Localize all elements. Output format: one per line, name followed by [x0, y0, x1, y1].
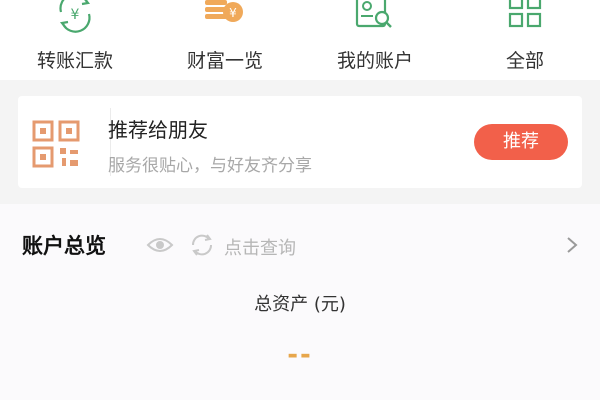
account-overview: 账户总览 点击查询 总资产 (元) -- — [0, 204, 600, 400]
account-search-icon — [355, 0, 392, 28]
coin-stack-icon: ¥ — [205, 0, 243, 22]
nav-label: 转账汇款 — [36, 50, 113, 72]
refresh-icon[interactable] — [188, 231, 216, 259]
nav-item-wealth[interactable]: ¥ 财富一览 — [150, 0, 300, 80]
recommend-button[interactable]: 推荐 — [474, 124, 568, 160]
svg-text:¥: ¥ — [229, 6, 237, 20]
svg-text:¥: ¥ — [71, 7, 80, 23]
chevron-right-icon[interactable] — [565, 236, 579, 254]
nav-label: 我的账户 — [336, 50, 413, 72]
recommend-subtitle: 服务很贴心，与好友齐分享 — [108, 156, 312, 176]
nav-item-my-account[interactable]: 我的账户 — [300, 0, 450, 80]
grid-icon — [508, 0, 542, 28]
click-to-query-link[interactable]: 点击查询 — [224, 234, 296, 260]
nav-item-transfer[interactable]: ¥ 转账汇款 — [0, 0, 150, 80]
total-assets-value: -- — [287, 340, 313, 370]
account-overview-title: 账户总览 — [22, 234, 106, 258]
nav-label: 全部 — [505, 50, 544, 72]
recommend-card[interactable]: 推荐给朋友 服务很贴心，与好友齐分享 推荐 — [18, 96, 582, 188]
yuan-transfer-icon: ¥ — [59, 0, 91, 33]
total-assets-label: 总资产 (元) — [254, 294, 346, 315]
top-nav: ¥ 转账汇款 ¥ 财富一览 我的账户 全部 — [0, 0, 600, 80]
eye-icon[interactable] — [146, 235, 174, 255]
nav-item-all[interactable]: 全部 — [450, 0, 600, 80]
recommend-title: 推荐给朋友 — [108, 118, 208, 142]
qr-code-icon — [32, 120, 80, 168]
nav-label: 财富一览 — [186, 50, 263, 72]
